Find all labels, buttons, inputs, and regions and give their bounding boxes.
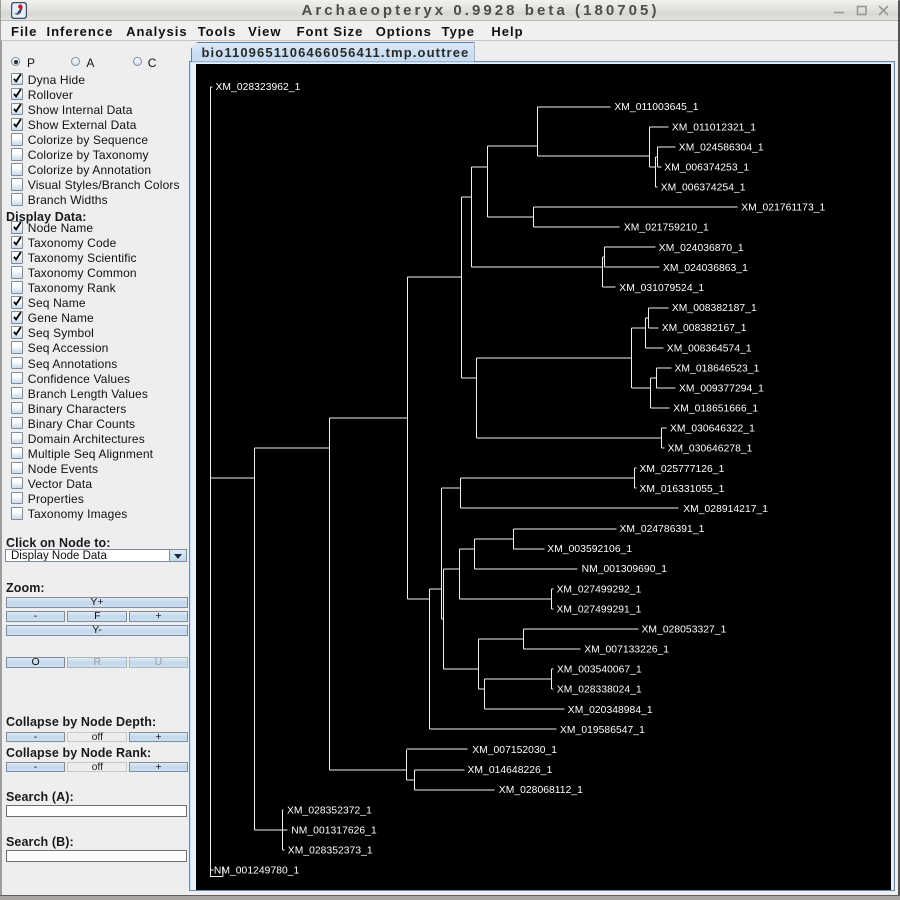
svg-text:XM_009377294_1: XM_009377294_1	[679, 383, 764, 394]
svg-text:XM_025777126_1: XM_025777126_1	[640, 463, 725, 474]
svg-text:XM_021759210_1: XM_021759210_1	[624, 222, 709, 233]
svg-text:XM_003540067_1: XM_003540067_1	[557, 664, 642, 675]
svg-text:XM_028338024_1: XM_028338024_1	[557, 684, 642, 695]
svg-text:XM_028323962_1: XM_028323962_1	[216, 82, 301, 93]
svg-text:XM_031079524_1: XM_031079524_1	[620, 283, 705, 294]
svg-text:XM_028914217_1: XM_028914217_1	[683, 504, 768, 515]
svg-text:XM_028352373_1: XM_028352373_1	[288, 845, 373, 856]
svg-text:XM_007133226_1: XM_007133226_1	[584, 644, 669, 655]
svg-text:XM_006374254_1: XM_006374254_1	[661, 182, 746, 193]
svg-text:XM_007152030_1: XM_007152030_1	[472, 745, 557, 756]
svg-text:XM_027499292_1: XM_027499292_1	[557, 584, 642, 595]
svg-text:NM_001309690_1: NM_001309690_1	[582, 564, 668, 575]
svg-text:XM_006374253_1: XM_006374253_1	[665, 162, 750, 173]
svg-text:XM_016331055_1: XM_016331055_1	[640, 483, 725, 494]
svg-text:XM_011012321_1: XM_011012321_1	[672, 122, 756, 133]
svg-text:XM_003592106_1: XM_003592106_1	[548, 544, 633, 555]
svg-text:NM_001317626_1: NM_001317626_1	[292, 825, 378, 836]
svg-text:XM_008382167_1: XM_008382167_1	[662, 323, 747, 334]
svg-text:XM_028068112_1: XM_028068112_1	[499, 785, 583, 796]
svg-text:XM_024586304_1: XM_024586304_1	[679, 142, 764, 153]
svg-text:XM_008364574_1: XM_008364574_1	[667, 343, 752, 354]
svg-text:XM_028352372_1: XM_028352372_1	[287, 805, 372, 816]
svg-text:XM_014648226_1: XM_014648226_1	[468, 765, 553, 776]
svg-text:XM_020348984_1: XM_020348984_1	[568, 704, 653, 715]
svg-text:XM_021761173_1: XM_021761173_1	[741, 202, 825, 213]
svg-text:XM_024786391_1: XM_024786391_1	[620, 524, 705, 535]
svg-text:XM_008382187_1: XM_008382187_1	[672, 303, 757, 314]
svg-text:XM_019586547_1: XM_019586547_1	[560, 724, 645, 735]
svg-text:XM_011003645_1: XM_011003645_1	[615, 102, 699, 113]
svg-text:XM_028053327_1: XM_028053327_1	[642, 624, 727, 635]
svg-text:NM_001249780_1: NM_001249780_1	[214, 865, 300, 876]
svg-text:XM_027499291_1: XM_027499291_1	[557, 604, 642, 615]
svg-text:XM_024036870_1: XM_024036870_1	[659, 242, 744, 253]
svg-text:XM_024036863_1: XM_024036863_1	[663, 262, 748, 273]
svg-text:XM_018651666_1: XM_018651666_1	[674, 403, 759, 414]
svg-text:XM_030646322_1: XM_030646322_1	[670, 423, 755, 434]
svg-text:XM_018646523_1: XM_018646523_1	[675, 363, 760, 374]
svg-text:XM_030646278_1: XM_030646278_1	[668, 443, 753, 454]
